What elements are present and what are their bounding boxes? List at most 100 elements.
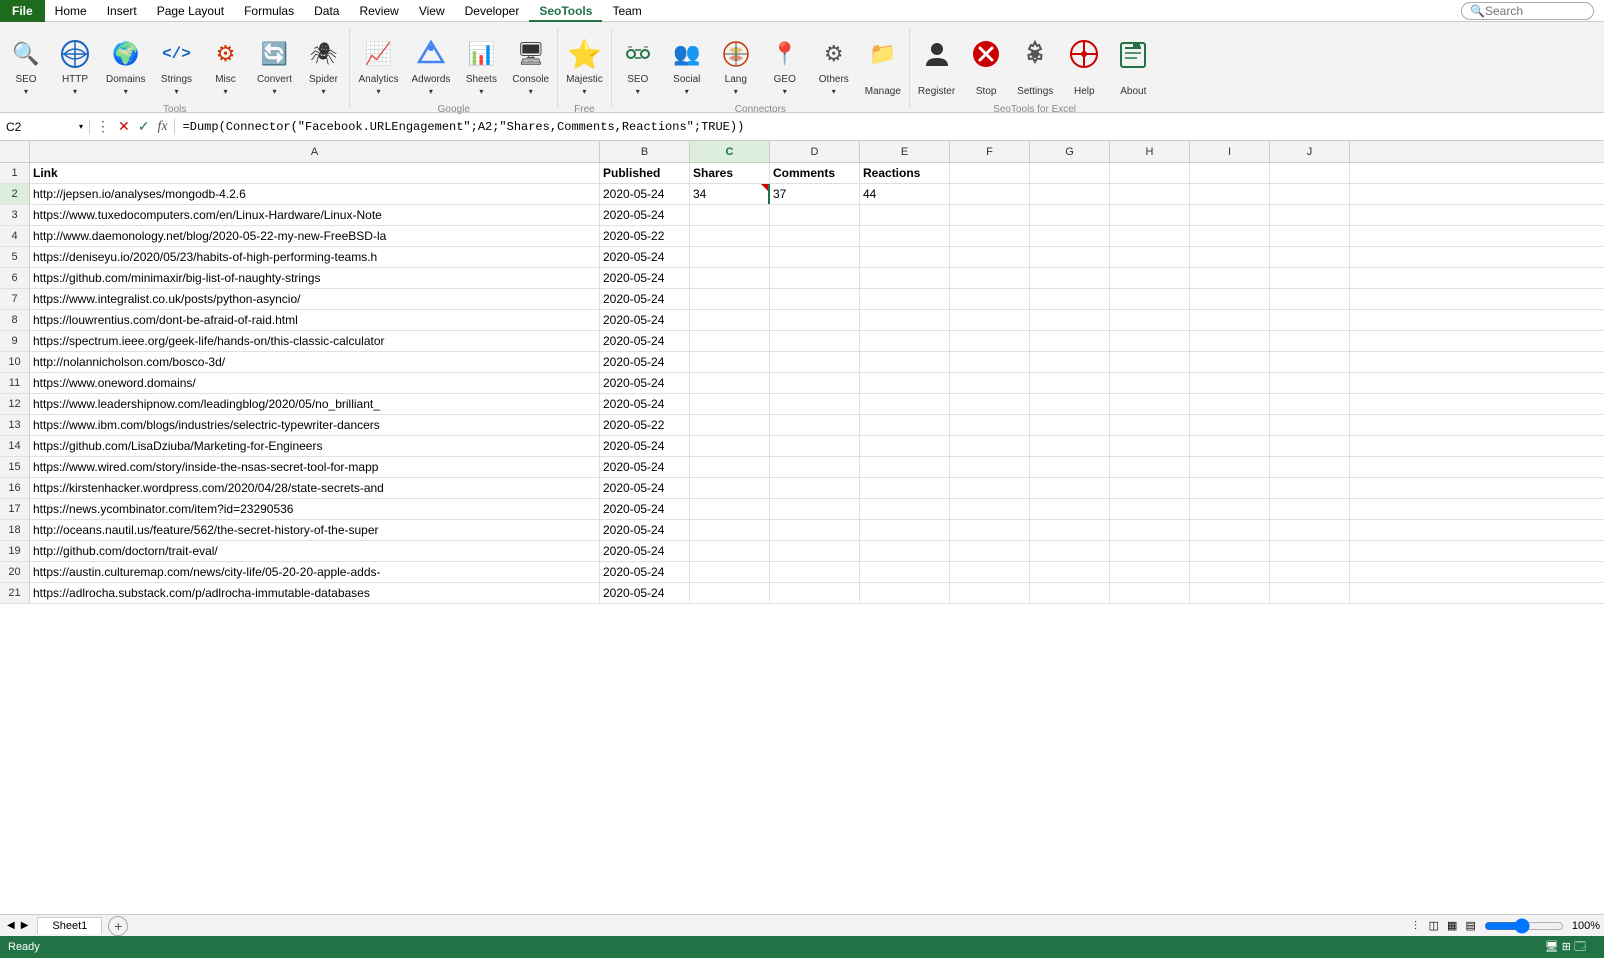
- cell[interactable]: [690, 310, 770, 330]
- sheets-btn[interactable]: 📊 Sheets▾: [457, 32, 505, 102]
- row-number[interactable]: 17: [0, 499, 30, 519]
- row-number[interactable]: 3: [0, 205, 30, 225]
- cell[interactable]: https://kirstenhacker.wordpress.com/2020…: [30, 478, 600, 498]
- col-header-j[interactable]: J: [1270, 141, 1350, 162]
- row-number[interactable]: 4: [0, 226, 30, 246]
- search-box[interactable]: 🔍: [1461, 2, 1594, 20]
- cell[interactable]: [690, 457, 770, 477]
- cell[interactable]: Reactions: [860, 163, 950, 183]
- cell[interactable]: [1190, 478, 1270, 498]
- convert-tool-btn[interactable]: 🔄 Convert▾: [250, 32, 298, 102]
- cell[interactable]: [860, 352, 950, 372]
- cancel-formula-icon[interactable]: ✕: [118, 118, 130, 135]
- cell[interactable]: [950, 184, 1030, 204]
- cell[interactable]: [1190, 583, 1270, 603]
- cell[interactable]: [1030, 205, 1110, 225]
- row-number[interactable]: 10: [0, 352, 30, 372]
- cell[interactable]: 2020-05-22: [600, 415, 690, 435]
- cell[interactable]: [690, 394, 770, 414]
- row-number[interactable]: 16: [0, 478, 30, 498]
- help-btn[interactable]: Help: [1060, 32, 1108, 102]
- cell[interactable]: [770, 562, 860, 582]
- strings-tool-btn[interactable]: </> Strings▾: [152, 32, 200, 102]
- cell[interactable]: [1190, 457, 1270, 477]
- cell[interactable]: https://spectrum.ieee.org/geek-life/hand…: [30, 331, 600, 351]
- cell[interactable]: [1190, 373, 1270, 393]
- cell[interactable]: http://nolannicholson.com/bosco-3d/: [30, 352, 600, 372]
- cell[interactable]: [1110, 394, 1190, 414]
- cell[interactable]: [1190, 352, 1270, 372]
- cell[interactable]: [690, 352, 770, 372]
- cell[interactable]: [1190, 184, 1270, 204]
- cell[interactable]: [1110, 499, 1190, 519]
- cell[interactable]: [860, 205, 950, 225]
- cell[interactable]: [690, 205, 770, 225]
- cell[interactable]: [1110, 163, 1190, 183]
- cell[interactable]: [950, 541, 1030, 561]
- cell[interactable]: [860, 226, 950, 246]
- cell[interactable]: [690, 478, 770, 498]
- cell[interactable]: [1030, 310, 1110, 330]
- cell[interactable]: [860, 310, 950, 330]
- cell[interactable]: [950, 247, 1030, 267]
- cell[interactable]: [690, 583, 770, 603]
- cell[interactable]: [690, 499, 770, 519]
- register-btn[interactable]: Register: [912, 32, 961, 102]
- cell[interactable]: [1190, 415, 1270, 435]
- cell[interactable]: [1030, 247, 1110, 267]
- cell[interactable]: https://github.com/minimaxir/big-list-of…: [30, 268, 600, 288]
- cell[interactable]: 2020-05-24: [600, 205, 690, 225]
- cell[interactable]: [1110, 520, 1190, 540]
- settings-btn[interactable]: Settings: [1011, 32, 1059, 102]
- cell[interactable]: [770, 415, 860, 435]
- cell[interactable]: [860, 436, 950, 456]
- cell[interactable]: 2020-05-24: [600, 478, 690, 498]
- cell[interactable]: [1110, 247, 1190, 267]
- majestic-btn[interactable]: ⭐ Majestic▾: [560, 32, 609, 102]
- cell[interactable]: [1110, 457, 1190, 477]
- cell[interactable]: [1030, 478, 1110, 498]
- cell[interactable]: 2020-05-24: [600, 268, 690, 288]
- col-header-b[interactable]: B: [600, 141, 690, 162]
- cell[interactable]: [1030, 520, 1110, 540]
- cell[interactable]: [950, 520, 1030, 540]
- row-number[interactable]: 21: [0, 583, 30, 603]
- cell[interactable]: [1110, 310, 1190, 330]
- cell[interactable]: [690, 289, 770, 309]
- cell[interactable]: [770, 394, 860, 414]
- cell[interactable]: [1190, 247, 1270, 267]
- cell[interactable]: 44: [860, 184, 950, 204]
- view-layout-btn[interactable]: ▦: [1447, 919, 1457, 932]
- cell[interactable]: [1190, 226, 1270, 246]
- cell[interactable]: [1030, 226, 1110, 246]
- cell[interactable]: [860, 415, 950, 435]
- cell[interactable]: [950, 457, 1030, 477]
- row-number[interactable]: 9: [0, 331, 30, 351]
- cell[interactable]: [860, 289, 950, 309]
- cell[interactable]: [950, 415, 1030, 435]
- seo-tool-btn[interactable]: 🔍 SEO▾: [2, 32, 50, 102]
- cell[interactable]: [1270, 436, 1350, 456]
- cell[interactable]: https://www.ibm.com/blogs/industries/sel…: [30, 415, 600, 435]
- cell[interactable]: 2020-05-24: [600, 352, 690, 372]
- cell-ref-dropdown-icon[interactable]: ▾: [79, 122, 83, 131]
- cell[interactable]: [1030, 457, 1110, 477]
- cell[interactable]: http://github.com/doctorn/trait-eval/: [30, 541, 600, 561]
- cell[interactable]: [1270, 163, 1350, 183]
- cell[interactable]: [1270, 541, 1350, 561]
- cell[interactable]: [1110, 289, 1190, 309]
- cell[interactable]: https://www.oneword.domains/: [30, 373, 600, 393]
- cell[interactable]: [1270, 562, 1350, 582]
- cell[interactable]: [1030, 184, 1110, 204]
- cell[interactable]: [1270, 415, 1350, 435]
- cell[interactable]: [1270, 352, 1350, 372]
- cell[interactable]: [770, 226, 860, 246]
- cell[interactable]: [770, 268, 860, 288]
- cell[interactable]: https://www.integralist.co.uk/posts/pyth…: [30, 289, 600, 309]
- row-number[interactable]: 14: [0, 436, 30, 456]
- cell[interactable]: [950, 394, 1030, 414]
- cell[interactable]: https://louwrentius.com/dont-be-afraid-o…: [30, 310, 600, 330]
- cell[interactable]: [1110, 436, 1190, 456]
- cell[interactable]: [1030, 331, 1110, 351]
- cell[interactable]: 2020-05-24: [600, 562, 690, 582]
